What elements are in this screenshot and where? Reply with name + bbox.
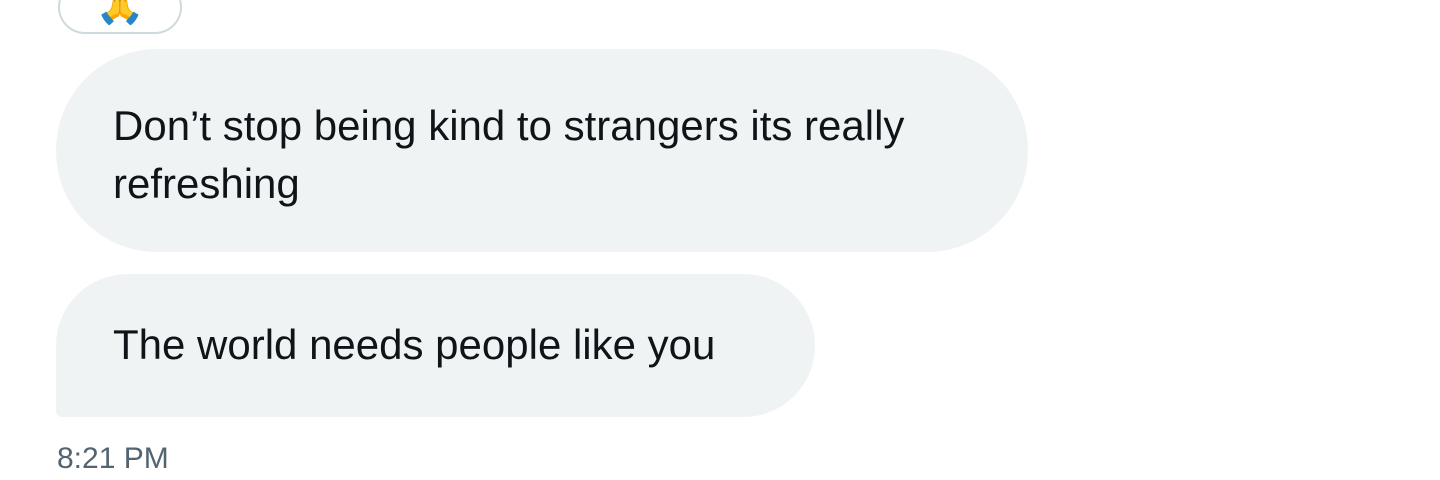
praying-hands-icon: 🙏 <box>95 0 145 27</box>
message-bubble[interactable]: The world needs people like you <box>56 274 815 417</box>
message-timestamp: 8:21 PM <box>57 442 169 475</box>
message-bubble[interactable]: Don’t stop being kind to strangers its r… <box>56 49 1028 252</box>
reaction-badge[interactable]: 🙏 <box>58 0 182 34</box>
message-text: Don’t stop being kind to strangers its r… <box>113 102 905 207</box>
message-text: The world needs people like you <box>113 321 716 368</box>
